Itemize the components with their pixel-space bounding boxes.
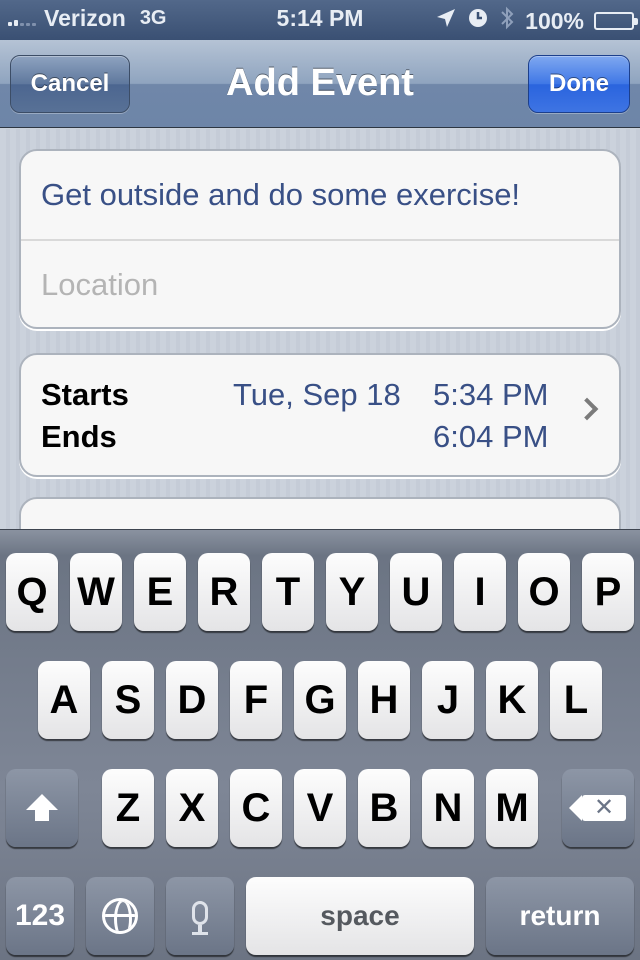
key-j[interactable]: J bbox=[422, 661, 474, 739]
key-s[interactable]: S bbox=[102, 661, 154, 739]
key-f[interactable]: F bbox=[230, 661, 282, 739]
dictation-key[interactable] bbox=[166, 877, 234, 955]
ends-label: Ends bbox=[41, 419, 117, 454]
location-field[interactable]: Location bbox=[21, 239, 619, 327]
key-t[interactable]: T bbox=[262, 553, 314, 631]
event-form: Get outside and do some exercise! Locati… bbox=[0, 129, 640, 529]
bluetooth-icon bbox=[499, 5, 515, 37]
key-c[interactable]: C bbox=[230, 769, 282, 847]
status-right: 100% bbox=[435, 5, 638, 37]
title-value: Get outside and do some exercise! bbox=[41, 177, 521, 212]
title-field[interactable]: Get outside and do some exercise! bbox=[21, 151, 619, 239]
battery-icon bbox=[594, 12, 638, 30]
network-type: 3G bbox=[139, 7, 167, 29]
return-key[interactable]: return bbox=[486, 877, 634, 955]
space-key[interactable]: space bbox=[246, 877, 474, 955]
key-m[interactable]: M bbox=[486, 769, 538, 847]
delete-backspace-icon: ✕ bbox=[569, 794, 626, 821]
end-time: 6:04 PM bbox=[433, 419, 549, 454]
key-r[interactable]: R bbox=[198, 553, 250, 631]
key-v[interactable]: V bbox=[294, 769, 346, 847]
key-u[interactable]: U bbox=[390, 553, 442, 631]
status-left: Verizon 3G bbox=[8, 5, 167, 32]
key-o[interactable]: O bbox=[518, 553, 570, 631]
key-i[interactable]: I bbox=[454, 553, 506, 631]
key-a[interactable]: A bbox=[38, 661, 90, 739]
key-z[interactable]: Z bbox=[102, 769, 154, 847]
keyboard: Q W E R T Y U I O P A S D F G H J K L Z … bbox=[0, 529, 640, 960]
done-button[interactable]: Done bbox=[528, 55, 630, 113]
signal-icon bbox=[8, 12, 36, 26]
location-placeholder: Location bbox=[41, 267, 159, 302]
carrier-name: Verizon bbox=[44, 5, 126, 31]
key-d[interactable]: D bbox=[166, 661, 218, 739]
globe-key[interactable] bbox=[86, 877, 154, 955]
key-p[interactable]: P bbox=[582, 553, 634, 631]
microphone-icon bbox=[192, 901, 208, 935]
delete-key[interactable]: ✕ bbox=[562, 769, 634, 847]
cancel-button[interactable]: Cancel bbox=[10, 55, 130, 113]
key-q[interactable]: Q bbox=[6, 553, 58, 631]
starts-label: Starts bbox=[41, 377, 129, 412]
chevron-right-icon bbox=[575, 397, 599, 421]
key-y[interactable]: Y bbox=[326, 553, 378, 631]
status-bar: Verizon 3G 5:14 PM 100% bbox=[0, 0, 640, 40]
shift-key[interactable] bbox=[6, 769, 78, 847]
globe-icon bbox=[102, 898, 138, 934]
title-location-group: Get outside and do some exercise! Locati… bbox=[19, 149, 621, 329]
start-time: 5:34 PM bbox=[433, 377, 549, 412]
start-date: Tue, Sep 18 bbox=[233, 377, 401, 412]
key-k[interactable]: K bbox=[486, 661, 538, 739]
key-b[interactable]: B bbox=[358, 769, 410, 847]
starts-ends-row[interactable]: Starts Ends Tue, Sep 18 5:34 PM 6:04 PM bbox=[19, 353, 621, 477]
key-h[interactable]: H bbox=[358, 661, 410, 739]
next-group-partial[interactable] bbox=[19, 497, 621, 529]
key-n[interactable]: N bbox=[422, 769, 474, 847]
shift-arrow-icon bbox=[26, 794, 58, 821]
location-arrow-icon bbox=[435, 7, 457, 35]
numbers-key[interactable]: 123 bbox=[6, 877, 74, 955]
key-x[interactable]: X bbox=[166, 769, 218, 847]
key-g[interactable]: G bbox=[294, 661, 346, 739]
key-l[interactable]: L bbox=[550, 661, 602, 739]
alarm-clock-icon bbox=[467, 7, 489, 35]
key-e[interactable]: E bbox=[134, 553, 186, 631]
navigation-bar: Add Event Cancel Done bbox=[0, 40, 640, 128]
battery-percent: 100% bbox=[525, 7, 584, 34]
key-w[interactable]: W bbox=[70, 553, 122, 631]
